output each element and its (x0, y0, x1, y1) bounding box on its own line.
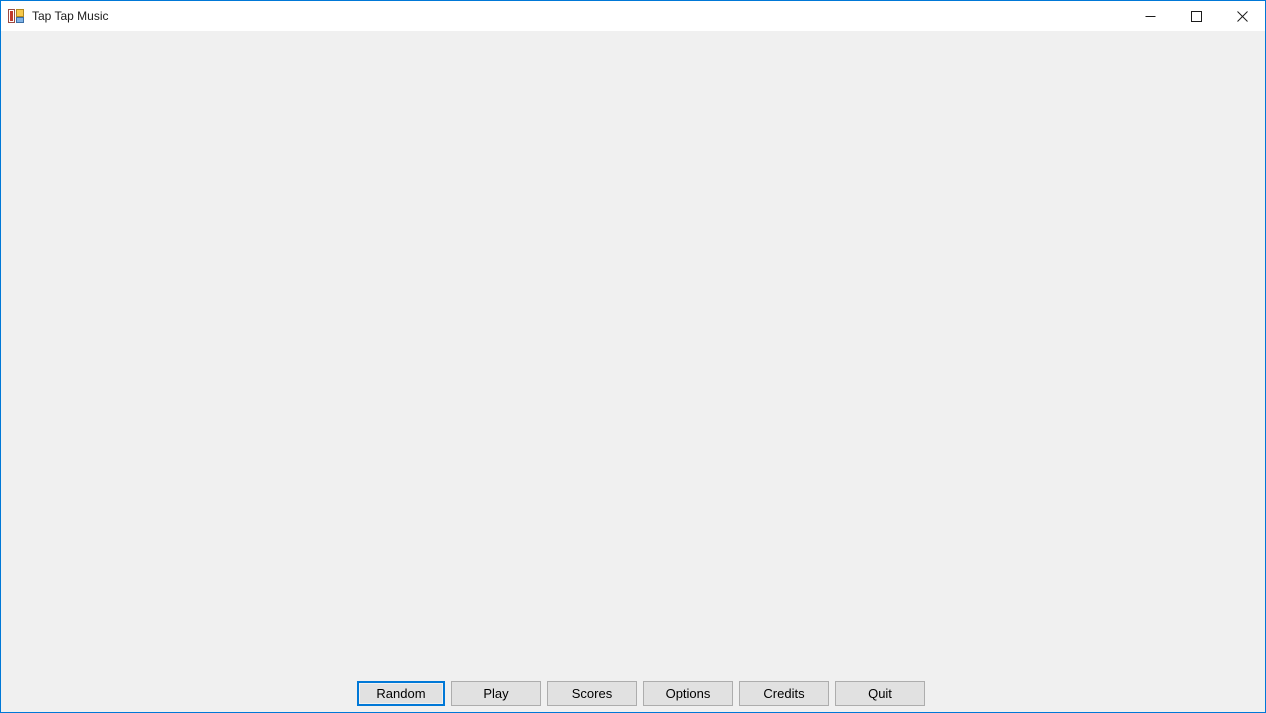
minimize-icon (1145, 15, 1155, 17)
application-window: Tap Tap Music Random Play Scores Options… (0, 0, 1266, 713)
close-button[interactable] (1219, 1, 1265, 31)
app-window-icon (8, 8, 24, 24)
minimize-button[interactable] (1127, 1, 1173, 31)
credits-button[interactable]: Credits (739, 681, 829, 706)
scores-button[interactable]: Scores (547, 681, 637, 706)
play-button[interactable]: Play (451, 681, 541, 706)
window-title: Tap Tap Music (32, 9, 109, 23)
maximize-button[interactable] (1173, 1, 1219, 31)
maximize-icon (1190, 10, 1202, 22)
window-controls (1127, 1, 1265, 31)
quit-button[interactable]: Quit (835, 681, 925, 706)
title-bar[interactable]: Tap Tap Music (1, 0, 1265, 31)
close-icon (1236, 10, 1248, 22)
menu-button-bar: Random Play Scores Options Credits Quit (357, 681, 925, 706)
options-button[interactable]: Options (643, 681, 733, 706)
client-area: Random Play Scores Options Credits Quit (1, 31, 1265, 712)
random-button[interactable]: Random (357, 681, 445, 706)
title-bar-left: Tap Tap Music (1, 1, 1127, 31)
